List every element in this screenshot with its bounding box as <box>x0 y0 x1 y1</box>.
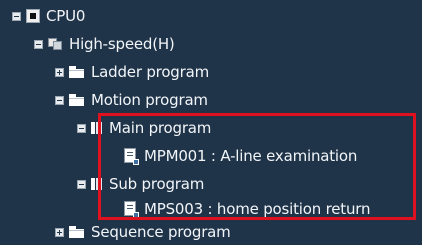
collapse-icon[interactable] <box>34 39 43 49</box>
tree-node-label: Motion program <box>91 91 208 109</box>
tree-node-label: CPU0 <box>46 7 86 25</box>
collapse-icon[interactable] <box>77 123 86 133</box>
tree-node-label: Sequence program <box>91 223 231 241</box>
tree-node-sequence-program[interactable]: Sequence program <box>55 219 231 245</box>
program-folder-icon <box>91 178 103 190</box>
tree-node-cpu0[interactable]: CPU0 <box>12 3 85 29</box>
program-file-icon <box>124 148 139 165</box>
highspeed-icon <box>48 37 63 51</box>
tree-node-label: Ladder program <box>91 63 209 81</box>
folder-icon <box>69 94 85 106</box>
expand-icon[interactable] <box>55 67 64 77</box>
expand-icon[interactable] <box>55 227 64 237</box>
project-tree: CPU0 High-speed(H) Ladder program Motion… <box>0 0 422 243</box>
tree-node-sub-program[interactable]: Sub program <box>77 171 204 197</box>
program-folder-icon <box>91 122 103 134</box>
tree-node-motion-program[interactable]: Motion program <box>55 87 208 113</box>
tree-node-label: High-speed(H) <box>69 35 175 53</box>
folder-icon <box>69 226 85 238</box>
tree-node-label: Sub program <box>109 175 205 193</box>
tree-node-label: Main program <box>109 119 212 137</box>
tree-node-ladder-program[interactable]: Ladder program <box>55 59 209 85</box>
program-file-icon <box>124 201 139 218</box>
collapse-icon[interactable] <box>77 179 86 189</box>
tree-node-mpm001[interactable]: MPM001 : A-line examination <box>124 143 357 169</box>
tree-node-high-speed[interactable]: High-speed(H) <box>34 31 175 57</box>
collapse-icon[interactable] <box>12 11 21 21</box>
cpu-icon <box>26 9 40 23</box>
tree-node-main-program[interactable]: Main program <box>77 115 211 141</box>
collapse-icon[interactable] <box>55 95 64 105</box>
tree-node-label: MPM001 : A-line examination <box>144 147 358 165</box>
folder-icon <box>69 66 85 78</box>
